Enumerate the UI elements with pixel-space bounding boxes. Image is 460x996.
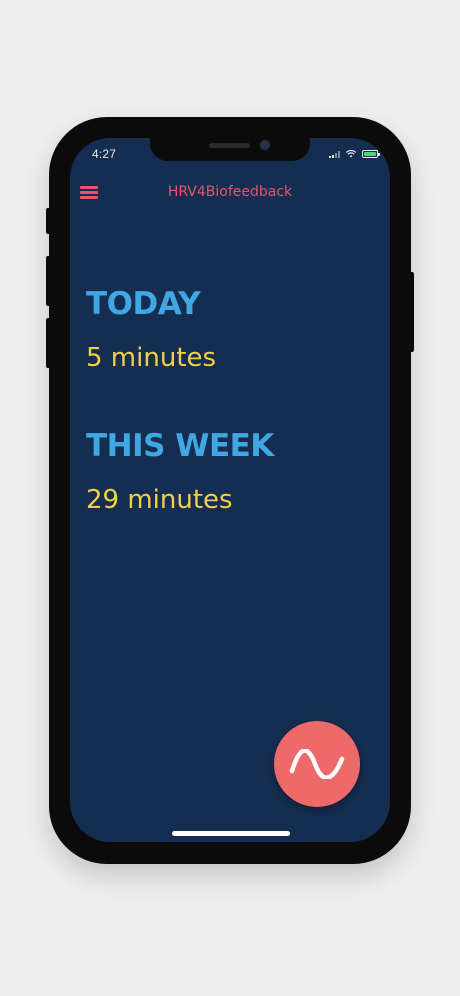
this-week-minutes: 29 minutes — [86, 485, 233, 515]
battery-icon — [362, 150, 380, 158]
status-time: 4:27 — [92, 147, 117, 161]
today-heading: TODAY — [86, 286, 201, 322]
today-minutes: 5 minutes — [86, 343, 217, 373]
status-icons — [329, 150, 380, 158]
speaker-grille — [209, 143, 250, 148]
signal-icon — [329, 150, 340, 158]
app-store-screenshot: 4:27 HRV4Biofeedback TODAY 5 minutes THI… — [0, 0, 460, 996]
home-indicator[interactable] — [172, 831, 290, 836]
this-week-heading: THIS WEEK — [86, 428, 274, 464]
start-session-button[interactable] — [274, 721, 360, 807]
phone-screen: 4:27 HRV4Biofeedback TODAY 5 minutes THI… — [70, 138, 390, 842]
notch — [150, 138, 310, 161]
front-camera — [260, 140, 270, 150]
nav-title: HRV4Biofeedback — [167, 184, 293, 200]
wifi-icon — [346, 150, 356, 158]
wave-icon — [289, 749, 345, 779]
